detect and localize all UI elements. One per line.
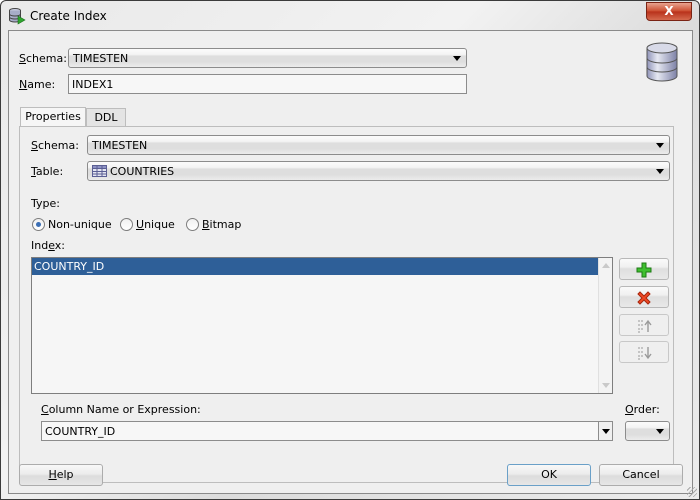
props-schema-select[interactable]: TIMESTEN	[87, 135, 670, 155]
delete-x-icon	[637, 291, 651, 305]
move-down-button[interactable]	[619, 341, 669, 363]
radio-bitmap[interactable]	[186, 218, 199, 231]
column-name-dropdown-button[interactable]	[598, 422, 612, 440]
schema-value: TIMESTEN	[73, 52, 129, 65]
tab-properties[interactable]: Properties	[20, 107, 86, 127]
plus-icon	[636, 262, 652, 278]
remove-column-button[interactable]	[619, 286, 669, 308]
schema-select[interactable]: TIMESTEN	[68, 48, 467, 68]
window-title: Create Index	[30, 9, 107, 23]
props-schema-value: TIMESTEN	[92, 139, 148, 152]
help-button[interactable]: Help	[19, 464, 103, 486]
radio-unique[interactable]	[120, 218, 133, 231]
scroll-up-icon[interactable]	[602, 263, 610, 268]
chevron-down-icon	[656, 429, 664, 434]
column-name-label: Column Name or Expression:	[41, 403, 201, 416]
list-scrollbar[interactable]	[598, 258, 612, 393]
chevron-down-icon	[656, 169, 664, 174]
move-up-button[interactable]	[619, 314, 669, 336]
ok-button[interactable]: OK	[507, 464, 591, 486]
close-button[interactable]: X	[646, 2, 692, 21]
move-down-icon	[638, 347, 652, 360]
name-label: Name:	[19, 78, 56, 91]
chevron-down-icon	[602, 429, 610, 434]
column-name-combo[interactable]: COUNTRY_ID	[41, 421, 613, 441]
database-icon	[646, 42, 678, 82]
add-column-button[interactable]	[619, 258, 669, 280]
chevron-down-icon	[453, 56, 461, 61]
cancel-button[interactable]: Cancel	[599, 464, 683, 486]
name-value: INDEX1	[72, 78, 114, 91]
move-up-icon	[638, 319, 652, 333]
name-input[interactable]: INDEX1	[68, 74, 467, 94]
index-label: Index:	[31, 239, 65, 252]
database-create-icon	[9, 8, 26, 25]
order-select[interactable]	[625, 421, 670, 441]
schema-label: Schema:	[19, 52, 67, 65]
close-icon: X	[664, 4, 674, 18]
radio-unique-label: Unique	[136, 218, 175, 231]
column-name-value: COUNTRY_ID	[45, 425, 116, 438]
title-bar[interactable]: Create Index X	[1, 1, 699, 30]
radio-non-unique-label: Non-unique	[48, 218, 112, 231]
scroll-down-icon[interactable]	[602, 383, 610, 388]
list-item[interactable]: COUNTRY_ID	[32, 258, 599, 275]
order-label: Order:	[625, 403, 660, 416]
props-schema-label: Schema:	[31, 139, 79, 152]
index-columns-list[interactable]: COUNTRY_ID	[31, 257, 613, 394]
resize-grip[interactable]	[687, 487, 697, 497]
table-grid-icon	[92, 165, 107, 177]
table-value: COUNTRIES	[110, 165, 175, 178]
radio-non-unique[interactable]	[32, 218, 45, 231]
tab-ddl[interactable]: DDL	[86, 108, 126, 127]
table-select[interactable]: COUNTRIES	[87, 161, 670, 181]
chevron-down-icon	[656, 143, 664, 148]
type-label: Type:	[31, 197, 60, 210]
create-index-dialog: Create Index X Schema: TIMESTEN Name: IN…	[0, 0, 700, 500]
radio-bitmap-label: Bitmap	[202, 218, 242, 231]
table-label: Table:	[31, 165, 64, 178]
